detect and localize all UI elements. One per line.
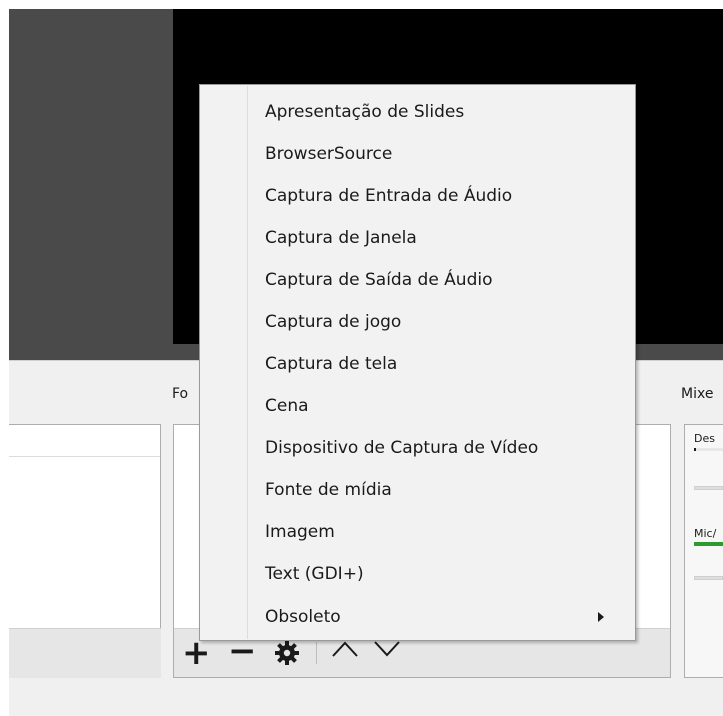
window-left-edge xyxy=(0,0,9,716)
menu-item-browsersource[interactable]: BrowserSource xyxy=(200,133,635,175)
preview-side-area xyxy=(9,9,173,360)
menu-item-dispositivo-captura-video[interactable]: Dispositivo de Captura de Vídeo xyxy=(200,427,635,469)
scenes-list-header xyxy=(9,425,160,457)
chevron-down-icon[interactable] xyxy=(372,638,402,660)
toolbar-separator xyxy=(316,642,317,664)
window-top-edge xyxy=(0,0,723,9)
mixer-panel-title: Mixe xyxy=(681,386,714,402)
scenes-toolbar xyxy=(9,628,161,678)
menu-item-cena[interactable]: Cena xyxy=(200,385,635,427)
menu-item-apresentacao-de-slides[interactable]: Apresentação de Slides xyxy=(200,91,635,133)
submenu-arrow-icon xyxy=(598,612,604,622)
mixer-volume-meter xyxy=(694,542,723,546)
menu-item-captura-jogo[interactable]: Captura de jogo xyxy=(200,301,635,343)
menu-item-captura-tela[interactable]: Captura de tela xyxy=(200,343,635,385)
mixer-volume-slider[interactable] xyxy=(694,576,723,580)
menu-item-fonte-midia[interactable]: Fonte de mídia xyxy=(200,469,635,511)
mixer-channel-label: Des xyxy=(694,432,715,445)
mixer-volume-meter xyxy=(694,448,723,451)
menu-item-text-gdi[interactable]: Text (GDI+) xyxy=(200,553,635,595)
menu-item-obsoleto[interactable]: Obsoleto xyxy=(200,596,635,638)
add-source-button[interactable]: + xyxy=(182,636,211,670)
menu-item-imagem[interactable]: Imagem xyxy=(200,511,635,553)
chevron-up-icon[interactable] xyxy=(330,638,360,660)
gear-icon[interactable] xyxy=(274,640,300,666)
obs-window: Fo + − Mixe Des Mic/ Apresentação de Sli… xyxy=(0,0,723,716)
menu-item-captura-saida-audio[interactable]: Captura de Saída de Áudio xyxy=(200,259,635,301)
mixer-volume-slider[interactable] xyxy=(694,486,723,490)
mixer-channel-label: Mic/ xyxy=(694,527,717,540)
menu-item-captura-entrada-audio[interactable]: Captura de Entrada de Áudio xyxy=(200,175,635,217)
mixer-panel xyxy=(684,424,723,678)
menu-item-captura-janela[interactable]: Captura de Janela xyxy=(200,217,635,259)
sources-panel-title: Fo xyxy=(172,386,189,402)
